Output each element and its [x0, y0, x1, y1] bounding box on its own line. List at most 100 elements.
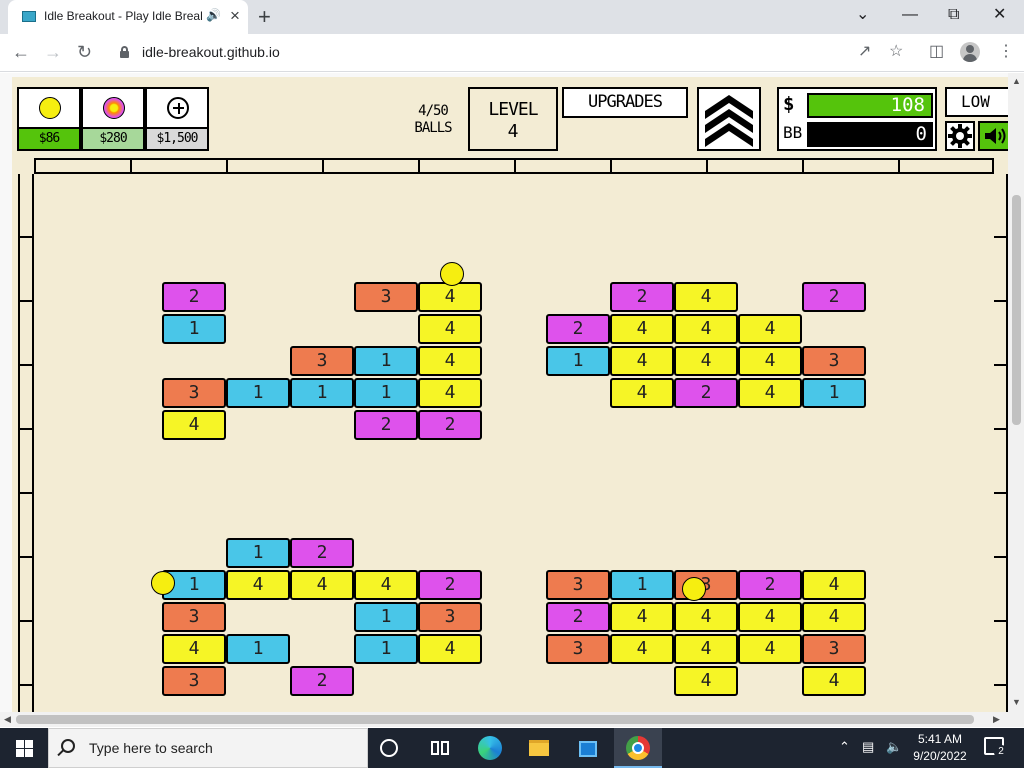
settings-gear-icon[interactable] [945, 121, 975, 151]
taskbar-search-box[interactable]: Type here to search [48, 728, 368, 768]
quality-toggle-button[interactable]: LOW [945, 87, 1008, 117]
brick-hp-4[interactable]: 4 [674, 666, 738, 696]
scroll-up-arrow-icon[interactable]: ▲ [1012, 76, 1021, 86]
brick-hp-3[interactable]: 3 [162, 602, 226, 632]
network-icon[interactable]: ▤ [862, 739, 874, 755]
brick-hp-1[interactable]: 1 [354, 602, 418, 632]
brick-hp-4[interactable]: 4 [610, 314, 674, 344]
windows-start-button[interactable] [0, 728, 48, 768]
brick-hp-4[interactable]: 4 [162, 634, 226, 664]
cortana-icon[interactable] [380, 739, 398, 757]
brick-hp-2[interactable]: 2 [674, 378, 738, 408]
tab-close-icon[interactable]: × [230, 6, 240, 26]
brick-hp-4[interactable]: 4 [226, 570, 290, 600]
brick-hp-3[interactable]: 3 [802, 346, 866, 376]
brick-hp-1[interactable]: 1 [354, 378, 418, 408]
brick-hp-4[interactable]: 4 [674, 634, 738, 664]
brick-hp-4[interactable]: 4 [354, 570, 418, 600]
brick-hp-3[interactable]: 3 [418, 602, 482, 632]
brick-hp-2[interactable]: 2 [418, 570, 482, 600]
prestige-button[interactable] [697, 87, 761, 151]
brick-hp-1[interactable]: 1 [354, 634, 418, 664]
brick-hp-1[interactable]: 1 [226, 378, 290, 408]
forward-icon[interactable]: → [44, 40, 62, 64]
brick-hp-4[interactable]: 4 [802, 602, 866, 632]
new-tab-button[interactable]: + [258, 4, 271, 30]
restore-button[interactable]: ⧉ [948, 4, 959, 26]
brick-hp-4[interactable]: 4 [610, 602, 674, 632]
volume-icon[interactable]: 🔈 [886, 739, 902, 755]
brick-hp-2[interactable]: 2 [354, 410, 418, 440]
brick-hp-4[interactable]: 4 [418, 378, 482, 408]
brick-hp-4[interactable]: 4 [674, 602, 738, 632]
minimize-button[interactable]: — [902, 4, 918, 26]
reload-icon[interactable]: ↻ [77, 40, 92, 64]
brick-hp-2[interactable]: 2 [290, 538, 354, 568]
clock-time[interactable]: 5:41 AM [908, 732, 972, 746]
scroll-right-arrow-icon[interactable]: ▶ [993, 714, 1000, 725]
brick-hp-1[interactable]: 1 [226, 634, 290, 664]
brick-hp-1[interactable]: 1 [802, 378, 866, 408]
brick-hp-4[interactable]: 4 [802, 570, 866, 600]
brick-hp-4[interactable]: 4 [610, 634, 674, 664]
brick-hp-3[interactable]: 3 [546, 570, 610, 600]
close-window-button[interactable]: ✕ [993, 4, 1006, 26]
brick-hp-4[interactable]: 4 [738, 634, 802, 664]
brick-hp-4[interactable]: 4 [290, 570, 354, 600]
brick-hp-4[interactable]: 4 [418, 314, 482, 344]
tray-overflow-chevron-icon[interactable]: ⌃ [839, 739, 850, 755]
scroll-down-arrow-icon[interactable]: ▼ [1012, 697, 1021, 707]
brick-hp-4[interactable]: 4 [610, 346, 674, 376]
tab-search-icon[interactable]: ⌄ [856, 4, 869, 26]
brick-hp-3[interactable]: 3 [354, 282, 418, 312]
brick-hp-4[interactable]: 4 [738, 314, 802, 344]
brick-hp-1[interactable]: 1 [226, 538, 290, 568]
brick-hp-2[interactable]: 2 [162, 282, 226, 312]
brick-hp-4[interactable]: 4 [162, 410, 226, 440]
bookmark-star-icon[interactable]: ☆ [889, 42, 903, 62]
brick-hp-1[interactable]: 1 [162, 314, 226, 344]
brick-hp-4[interactable]: 4 [418, 634, 482, 664]
brick-hp-3[interactable]: 3 [290, 346, 354, 376]
brick-hp-3[interactable]: 3 [162, 666, 226, 696]
browser-tab[interactable]: Idle Breakout - Play Idle Breakout 🔊 × [8, 0, 248, 34]
chrome-taskbar-button[interactable] [614, 728, 662, 768]
brick-hp-1[interactable]: 1 [290, 378, 354, 408]
clock-date[interactable]: 9/20/2022 [908, 749, 972, 763]
browser-menu-icon[interactable]: ⋮ [998, 42, 1014, 62]
address-bar[interactable]: idle-breakout.github.io [142, 44, 280, 60]
task-view-icon[interactable] [428, 736, 452, 760]
sound-toggle-button[interactable] [978, 121, 1008, 151]
brick-hp-2[interactable]: 2 [802, 282, 866, 312]
brick-hp-4[interactable]: 4 [674, 346, 738, 376]
share-icon[interactable]: ↗ [858, 42, 871, 62]
microsoft-store-icon[interactable] [576, 736, 600, 760]
brick-hp-4[interactable]: 4 [674, 314, 738, 344]
brick-hp-3[interactable]: 3 [802, 634, 866, 664]
tab-audio-icon[interactable]: 🔊 [206, 8, 221, 22]
buy-new-ball-button[interactable]: $1,500 [145, 87, 209, 151]
brick-hp-1[interactable]: 1 [354, 346, 418, 376]
brick-hp-2[interactable]: 2 [610, 282, 674, 312]
brick-hp-2[interactable]: 2 [290, 666, 354, 696]
brick-hp-2[interactable]: 2 [418, 410, 482, 440]
brick-hp-2[interactable]: 2 [738, 570, 802, 600]
brick-hp-4[interactable]: 4 [674, 282, 738, 312]
horizontal-scroll-thumb[interactable] [16, 715, 974, 724]
lock-icon[interactable] [120, 46, 129, 58]
brick-hp-1[interactable]: 1 [610, 570, 674, 600]
vertical-scroll-thumb[interactable] [1012, 195, 1021, 425]
brick-hp-4[interactable]: 4 [418, 282, 482, 312]
brick-hp-2[interactable]: 2 [546, 314, 610, 344]
brick-hp-4[interactable]: 4 [610, 378, 674, 408]
brick-hp-2[interactable]: 2 [546, 602, 610, 632]
horizontal-scrollbar[interactable]: ◀ ▶ [0, 712, 1024, 727]
brick-hp-4[interactable]: 4 [418, 346, 482, 376]
brick-hp-4[interactable]: 4 [802, 666, 866, 696]
brick-hp-3[interactable]: 3 [546, 634, 610, 664]
profile-avatar-icon[interactable] [960, 42, 980, 62]
scroll-left-arrow-icon[interactable]: ◀ [4, 714, 11, 725]
edge-browser-icon[interactable] [478, 736, 502, 760]
brick-hp-4[interactable]: 4 [738, 346, 802, 376]
brick-hp-3[interactable]: 3 [162, 378, 226, 408]
